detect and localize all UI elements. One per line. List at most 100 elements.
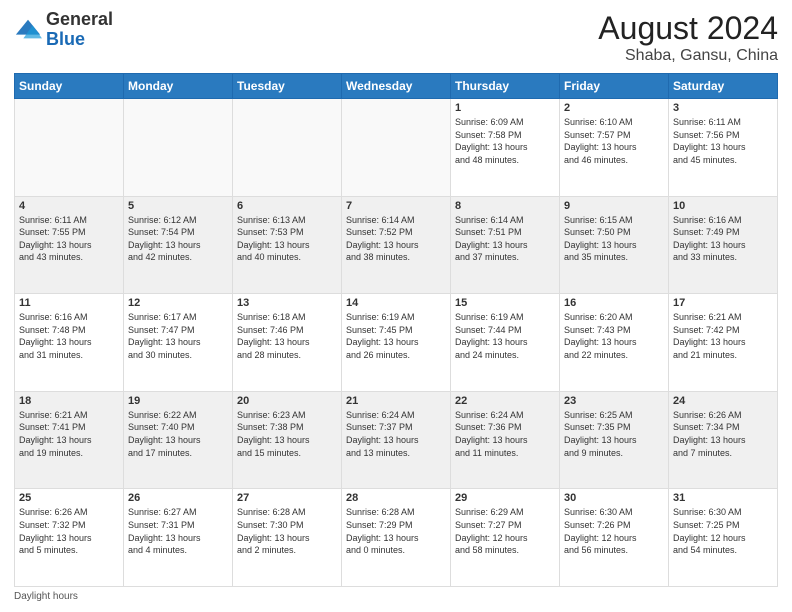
- week-row-4: 18 Sunrise: 6:21 AM Sunset: 7:41 PM Dayli…: [15, 391, 778, 489]
- day-info: Sunrise: 6:22 AM Sunset: 7:40 PM Dayligh…: [128, 409, 228, 459]
- day-info: Sunrise: 6:14 AM Sunset: 7:52 PM Dayligh…: [346, 214, 446, 264]
- header: General Blue August 2024 Shaba, Gansu, C…: [14, 10, 778, 65]
- day-number: 11: [19, 297, 119, 309]
- week-row-2: 4 Sunrise: 6:11 AM Sunset: 7:55 PM Daylig…: [15, 196, 778, 294]
- page: General Blue August 2024 Shaba, Gansu, C…: [0, 0, 792, 612]
- day-number: 14: [346, 297, 446, 309]
- day-number: 8: [455, 200, 555, 212]
- calendar-cell: 6 Sunrise: 6:13 AM Sunset: 7:53 PM Daylig…: [233, 196, 342, 294]
- month-year: August 2024: [598, 10, 778, 47]
- day-info: Sunrise: 6:15 AM Sunset: 7:50 PM Dayligh…: [564, 214, 664, 264]
- day-number: 10: [673, 200, 773, 212]
- day-info: Sunrise: 6:12 AM Sunset: 7:54 PM Dayligh…: [128, 214, 228, 264]
- day-info: Sunrise: 6:20 AM Sunset: 7:43 PM Dayligh…: [564, 311, 664, 361]
- calendar-cell: 7 Sunrise: 6:14 AM Sunset: 7:52 PM Daylig…: [342, 196, 451, 294]
- calendar-cell: [342, 99, 451, 197]
- calendar-cell: 4 Sunrise: 6:11 AM Sunset: 7:55 PM Daylig…: [15, 196, 124, 294]
- day-info: Sunrise: 6:21 AM Sunset: 7:42 PM Dayligh…: [673, 311, 773, 361]
- calendar-cell: 8 Sunrise: 6:14 AM Sunset: 7:51 PM Daylig…: [451, 196, 560, 294]
- day-info: Sunrise: 6:18 AM Sunset: 7:46 PM Dayligh…: [237, 311, 337, 361]
- logo-icon: [14, 16, 42, 44]
- day-info: Sunrise: 6:24 AM Sunset: 7:37 PM Dayligh…: [346, 409, 446, 459]
- header-sunday: Sunday: [15, 74, 124, 99]
- day-info: Sunrise: 6:13 AM Sunset: 7:53 PM Dayligh…: [237, 214, 337, 264]
- day-info: Sunrise: 6:27 AM Sunset: 7:31 PM Dayligh…: [128, 506, 228, 556]
- calendar-cell: 26 Sunrise: 6:27 AM Sunset: 7:31 PM Dayli…: [124, 489, 233, 587]
- calendar-cell: 29Sunrise: 6:29 AM Sunset: 7:27 PM Dayli…: [451, 489, 560, 587]
- day-info: Sunrise: 6:28 AM Sunset: 7:30 PM Dayligh…: [237, 506, 337, 556]
- calendar-cell: 5 Sunrise: 6:12 AM Sunset: 7:54 PM Daylig…: [124, 196, 233, 294]
- calendar-cell: 16 Sunrise: 6:20 AM Sunset: 7:43 PM Dayli…: [560, 294, 669, 392]
- day-info: Sunrise: 6:16 AM Sunset: 7:49 PM Dayligh…: [673, 214, 773, 264]
- day-info: Sunrise: 6:29 AM Sunset: 7:27 PM Dayligh…: [455, 506, 555, 556]
- day-number: 2: [564, 102, 664, 114]
- day-number: 30: [564, 492, 664, 504]
- calendar-cell: [15, 99, 124, 197]
- week-row-5: 25 Sunrise: 6:26 AM Sunset: 7:32 PM Dayli…: [15, 489, 778, 587]
- day-info: Sunrise: 6:14 AM Sunset: 7:51 PM Dayligh…: [455, 214, 555, 264]
- calendar-cell: 3 Sunrise: 6:11 AM Sunset: 7:56 PM Daylig…: [669, 99, 778, 197]
- header-thursday: Thursday: [451, 74, 560, 99]
- day-number: 26: [128, 492, 228, 504]
- day-number: 7: [346, 200, 446, 212]
- day-info: Sunrise: 6:09 AM Sunset: 7:58 PM Dayligh…: [455, 116, 555, 166]
- location: Shaba, Gansu, China: [598, 47, 778, 65]
- header-saturday: Saturday: [669, 74, 778, 99]
- calendar-cell: 23 Sunrise: 6:25 AM Sunset: 7:35 PM Dayli…: [560, 391, 669, 489]
- day-info: Sunrise: 6:11 AM Sunset: 7:55 PM Dayligh…: [19, 214, 119, 264]
- calendar-cell: 24Sunrise: 6:26 AM Sunset: 7:34 PM Dayli…: [669, 391, 778, 489]
- day-number: 1: [455, 102, 555, 114]
- day-number: 23: [564, 395, 664, 407]
- calendar-table: SundayMondayTuesdayWednesdayThursdayFrid…: [14, 73, 778, 587]
- day-info: Sunrise: 6:30 AM Sunset: 7:26 PM Dayligh…: [564, 506, 664, 556]
- day-number: 12: [128, 297, 228, 309]
- calendar-cell: 27Sunrise: 6:28 AM Sunset: 7:30 PM Dayli…: [233, 489, 342, 587]
- day-number: 3: [673, 102, 773, 114]
- calendar-cell: 28Sunrise: 6:28 AM Sunset: 7:29 PM Dayli…: [342, 489, 451, 587]
- day-number: 4: [19, 200, 119, 212]
- day-info: Sunrise: 6:19 AM Sunset: 7:44 PM Dayligh…: [455, 311, 555, 361]
- day-info: Sunrise: 6:21 AM Sunset: 7:41 PM Dayligh…: [19, 409, 119, 459]
- day-number: 18: [19, 395, 119, 407]
- logo-blue-text: Blue: [46, 29, 85, 49]
- calendar-header-row: SundayMondayTuesdayWednesdayThursdayFrid…: [15, 74, 778, 99]
- week-row-1: 1 Sunrise: 6:09 AM Sunset: 7:58 PM Daylig…: [15, 99, 778, 197]
- day-number: 25: [19, 492, 119, 504]
- calendar-cell: 14 Sunrise: 6:19 AM Sunset: 7:45 PM Dayli…: [342, 294, 451, 392]
- calendar-cell: 22 Sunrise: 6:24 AM Sunset: 7:36 PM Dayli…: [451, 391, 560, 489]
- calendar-cell: 30 Sunrise: 6:30 AM Sunset: 7:26 PM Dayli…: [560, 489, 669, 587]
- day-info: Sunrise: 6:17 AM Sunset: 7:47 PM Dayligh…: [128, 311, 228, 361]
- day-number: 19: [128, 395, 228, 407]
- calendar-cell: 19 Sunrise: 6:22 AM Sunset: 7:40 PM Dayli…: [124, 391, 233, 489]
- day-info: Sunrise: 6:28 AM Sunset: 7:29 PM Dayligh…: [346, 506, 446, 556]
- day-info: Sunrise: 6:26 AM Sunset: 7:32 PM Dayligh…: [19, 506, 119, 556]
- header-tuesday: Tuesday: [233, 74, 342, 99]
- day-number: 6: [237, 200, 337, 212]
- calendar-cell: 9 Sunrise: 6:15 AM Sunset: 7:50 PM Daylig…: [560, 196, 669, 294]
- day-info: Sunrise: 6:25 AM Sunset: 7:35 PM Dayligh…: [564, 409, 664, 459]
- day-number: 9: [564, 200, 664, 212]
- logo-general-text: General: [46, 9, 113, 29]
- calendar-cell: 17Sunrise: 6:21 AM Sunset: 7:42 PM Dayli…: [669, 294, 778, 392]
- calendar-cell: 20Sunrise: 6:23 AM Sunset: 7:38 PM Dayli…: [233, 391, 342, 489]
- calendar-cell: 10 Sunrise: 6:16 AM Sunset: 7:49 PM Dayli…: [669, 196, 778, 294]
- day-number: 22: [455, 395, 555, 407]
- day-info: Sunrise: 6:19 AM Sunset: 7:45 PM Dayligh…: [346, 311, 446, 361]
- day-number: 16: [564, 297, 664, 309]
- calendar-cell: 18 Sunrise: 6:21 AM Sunset: 7:41 PM Dayli…: [15, 391, 124, 489]
- day-number: 5: [128, 200, 228, 212]
- day-number: 21: [346, 395, 446, 407]
- calendar-cell: 13 Sunrise: 6:18 AM Sunset: 7:46 PM Dayli…: [233, 294, 342, 392]
- day-info: Sunrise: 6:11 AM Sunset: 7:56 PM Dayligh…: [673, 116, 773, 166]
- calendar-cell: 12 Sunrise: 6:17 AM Sunset: 7:47 PM Dayli…: [124, 294, 233, 392]
- calendar-cell: 15 Sunrise: 6:19 AM Sunset: 7:44 PM Dayli…: [451, 294, 560, 392]
- header-friday: Friday: [560, 74, 669, 99]
- day-info: Sunrise: 6:24 AM Sunset: 7:36 PM Dayligh…: [455, 409, 555, 459]
- day-number: 13: [237, 297, 337, 309]
- header-wednesday: Wednesday: [342, 74, 451, 99]
- day-number: 15: [455, 297, 555, 309]
- day-info: Sunrise: 6:26 AM Sunset: 7:34 PM Dayligh…: [673, 409, 773, 459]
- day-info: Sunrise: 6:16 AM Sunset: 7:48 PM Dayligh…: [19, 311, 119, 361]
- week-row-3: 11 Sunrise: 6:16 AM Sunset: 7:48 PM Dayli…: [15, 294, 778, 392]
- day-number: 31: [673, 492, 773, 504]
